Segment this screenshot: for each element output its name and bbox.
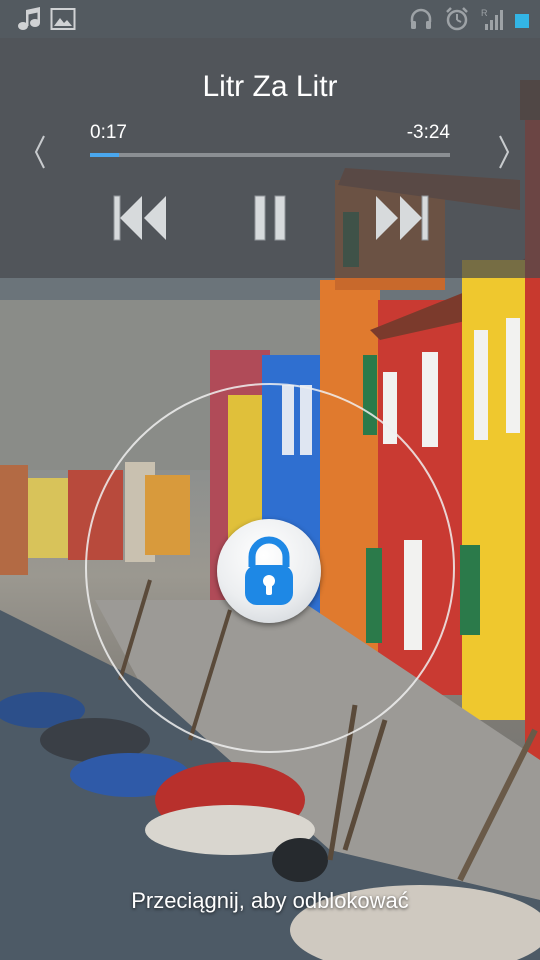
status-bar: R — [0, 0, 540, 38]
pause-icon[interactable] — [240, 190, 300, 246]
image-icon — [50, 8, 76, 30]
headphones-icon — [410, 8, 432, 29]
lock-screen: R Litr Za Litr 0:17 -3:24 Przeciągnij, a… — [0, 0, 540, 960]
battery-icon — [515, 14, 529, 28]
elapsed-time: 0:17 — [90, 122, 127, 143]
padlock-icon — [245, 536, 293, 605]
previous-track-arrow-icon[interactable] — [30, 132, 52, 172]
progress-bar[interactable] — [90, 153, 450, 157]
next-track-arrow-icon[interactable] — [492, 132, 514, 172]
alarm-clock-icon — [446, 7, 468, 31]
remaining-time: -3:24 — [406, 122, 450, 143]
next-icon[interactable] — [372, 190, 432, 246]
track-title: Litr Za Litr — [202, 70, 338, 103]
lock-handle[interactable] — [217, 519, 321, 623]
signal-icon: R — [481, 8, 503, 30]
progress-fill — [90, 153, 119, 157]
unlock-hint: Przeciągnij, aby odblokować — [131, 888, 409, 913]
music-note-icon — [18, 7, 40, 30]
roaming-label: R — [481, 8, 488, 18]
previous-icon[interactable] — [110, 190, 170, 246]
